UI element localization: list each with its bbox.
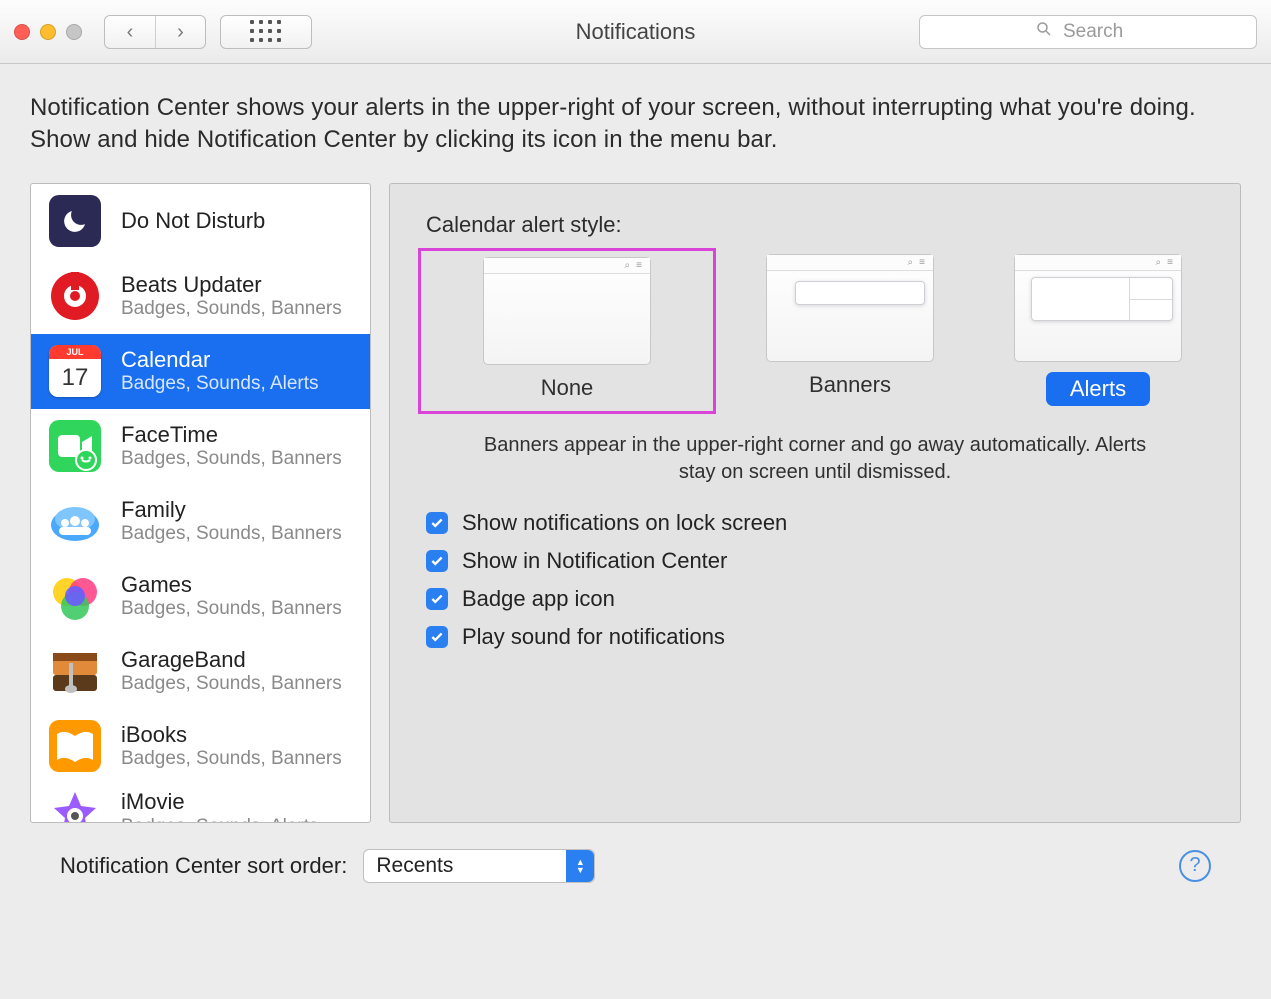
check-lock-screen[interactable]: Show notifications on lock screen — [426, 510, 1204, 536]
search-icon — [1035, 20, 1053, 43]
help-button[interactable]: ? — [1179, 850, 1211, 882]
app-row-games[interactable]: GamesBadges, Sounds, Banners — [31, 559, 370, 634]
alert-style-title: Calendar alert style: — [426, 212, 1204, 238]
show-all-button[interactable] — [220, 15, 312, 49]
app-name: Family — [121, 497, 342, 523]
sort-order-label: Notification Center sort order: — [60, 853, 347, 879]
window-toolbar: ‹ › Notifications — [0, 0, 1271, 64]
style-label: Banners — [809, 372, 891, 398]
app-row-do-not-disturb[interactable]: Do Not Disturb — [31, 184, 370, 259]
app-sub: Badges, Sounds, Alerts — [121, 816, 319, 823]
app-name: iMovie — [121, 789, 319, 815]
app-sub: Badges, Sounds, Alerts — [121, 373, 319, 396]
checkbox-checked-icon — [426, 512, 448, 534]
checkbox-checked-icon — [426, 588, 448, 610]
alert-style-options: ⌕≡ None ⌕≡ Banners ⌕≡ Alerts — [426, 254, 1204, 408]
chevron-right-icon: › — [177, 22, 184, 42]
app-name: Beats Updater — [121, 272, 342, 298]
sort-order-value: Recents — [376, 854, 453, 878]
app-row-beats-updater[interactable]: Beats UpdaterBadges, Sounds, Banners — [31, 259, 370, 334]
footer-row: Notification Center sort order: Recents … — [30, 823, 1241, 883]
close-window-button[interactable] — [14, 24, 30, 40]
app-name: iBooks — [121, 722, 342, 748]
app-row-calendar[interactable]: JUL 17 CalendarBadges, Sounds, Alerts — [31, 334, 370, 409]
window-controls — [14, 24, 82, 40]
app-row-facetime[interactable]: FaceTimeBadges, Sounds, Banners — [31, 409, 370, 484]
intro-text: Notification Center shows your alerts in… — [30, 92, 1241, 157]
check-badge-app-icon[interactable]: Badge app icon — [426, 586, 1204, 612]
alert-style-alerts[interactable]: ⌕≡ Alerts — [992, 254, 1204, 408]
family-icon — [49, 495, 101, 547]
moon-icon — [49, 195, 101, 247]
check-notification-center[interactable]: Show in Notification Center — [426, 548, 1204, 574]
imovie-icon — [49, 788, 101, 823]
app-name: Games — [121, 572, 342, 598]
app-name: Do Not Disturb — [121, 208, 265, 234]
style-label: None — [541, 375, 594, 401]
sort-order-select[interactable]: Recents ▲▼ — [363, 849, 595, 883]
style-thumb-alerts: ⌕≡ — [1014, 254, 1182, 362]
app-row-ibooks[interactable]: iBooksBadges, Sounds, Banners — [31, 709, 370, 784]
app-sub: Badges, Sounds, Banners — [121, 298, 342, 321]
garageband-icon — [49, 645, 101, 697]
app-sub: Badges, Sounds, Banners — [121, 748, 342, 771]
app-row-garageband[interactable]: GarageBandBadges, Sounds, Banners — [31, 634, 370, 709]
alert-style-hint: Banners appear in the upper-right corner… — [466, 432, 1164, 486]
app-list[interactable]: Do Not Disturb Beats UpdaterBadges, Soun… — [30, 183, 371, 823]
minimize-window-button[interactable] — [40, 24, 56, 40]
detail-panel: Calendar alert style: ⌕≡ None ⌕≡ Banners… — [389, 183, 1241, 823]
search-input[interactable] — [1061, 20, 1141, 44]
check-play-sound[interactable]: Play sound for notifications — [426, 624, 1204, 650]
checkbox-checked-icon — [426, 626, 448, 648]
back-button[interactable]: ‹ — [105, 16, 155, 48]
alert-style-banners[interactable]: ⌕≡ Banners — [744, 254, 956, 408]
options-checklist: Show notifications on lock screen Show i… — [426, 510, 1204, 650]
select-stepper-icon: ▲▼ — [566, 850, 594, 882]
forward-button[interactable]: › — [155, 16, 205, 48]
app-name: Calendar — [121, 347, 319, 373]
ibooks-icon — [49, 720, 101, 772]
app-name: FaceTime — [121, 422, 342, 448]
app-sub: Badges, Sounds, Banners — [121, 448, 342, 471]
app-sub: Badges, Sounds, Banners — [121, 598, 342, 621]
app-row-imovie[interactable]: iMovieBadges, Sounds, Alerts — [31, 784, 370, 823]
zoom-window-button[interactable] — [66, 24, 82, 40]
app-row-family[interactable]: FamilyBadges, Sounds, Banners — [31, 484, 370, 559]
grid-icon — [250, 20, 282, 43]
calendar-icon: JUL 17 — [49, 345, 101, 397]
chevron-left-icon: ‹ — [127, 22, 134, 42]
help-icon: ? — [1189, 854, 1200, 877]
style-label: Alerts — [1046, 372, 1150, 406]
facetime-icon — [49, 420, 101, 472]
beats-icon — [49, 270, 101, 322]
annotation-highlight: ⌕≡ None — [418, 248, 716, 414]
checkbox-checked-icon — [426, 550, 448, 572]
app-name: GarageBand — [121, 647, 342, 673]
nav-segmented-control: ‹ › — [104, 15, 206, 49]
style-thumb-banners: ⌕≡ — [766, 254, 934, 362]
app-sub: Badges, Sounds, Banners — [121, 523, 342, 546]
app-sub: Badges, Sounds, Banners — [121, 673, 342, 696]
game-center-icon — [49, 570, 101, 622]
style-thumb-none: ⌕≡ — [483, 257, 651, 365]
alert-style-none[interactable]: ⌕≡ None — [461, 257, 673, 401]
search-field[interactable] — [919, 15, 1257, 49]
